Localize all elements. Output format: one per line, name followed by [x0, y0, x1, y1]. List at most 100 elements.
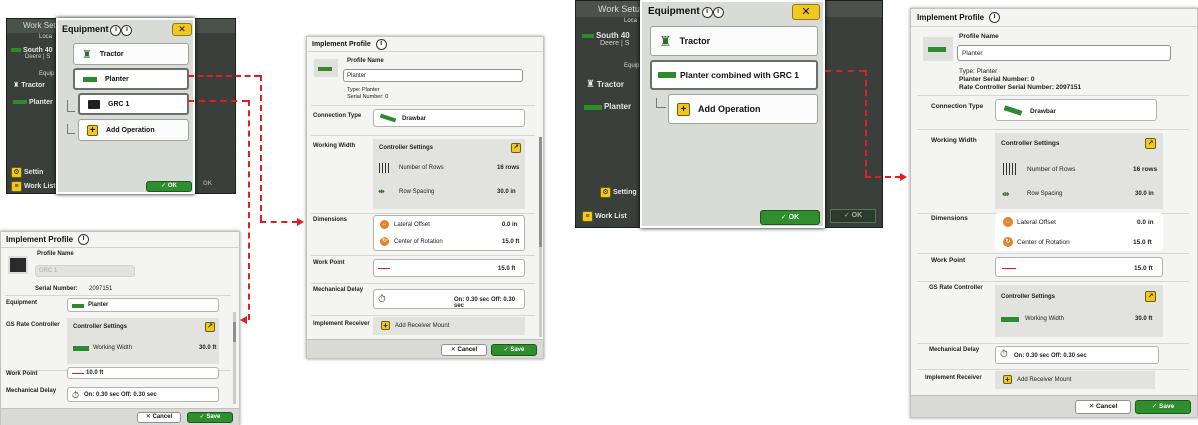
arrow-combined-line-1: [825, 70, 865, 72]
save-button[interactable]: ✓ Save: [1135, 400, 1191, 414]
cancel-button[interactable]: ✕ Cancel: [1075, 400, 1131, 414]
mech-delay-field[interactable]: ⏱ On: 0.30 sec Off: 0.30 sec: [67, 387, 219, 402]
field-label: South 40: [22, 47, 53, 54]
tree-item-tractor[interactable]: ♜ Tractor: [73, 43, 189, 65]
settings-row[interactable]: ⚙ Settin: [11, 167, 43, 178]
planter-avatar-icon: [314, 59, 338, 77]
info-icon[interactable]: i: [110, 24, 122, 36]
save-button[interactable]: ✓ Save: [187, 412, 233, 423]
edit-icon[interactable]: ↗: [205, 322, 215, 332]
cancel-button[interactable]: ✕ Cancel: [441, 344, 487, 356]
planter-implement-profile: Implement Profile i Profile Name Planter…: [306, 36, 544, 359]
lateral-offset-icon: ↔: [380, 220, 389, 229]
rows-value: 16 rows: [497, 165, 520, 171]
mech-delay-field[interactable]: ⏱ On: 0.30 sec Off: 0.30 sec: [373, 289, 525, 309]
connection-type-selector[interactable]: Drawbar: [373, 109, 525, 127]
info-icon[interactable]: i: [989, 12, 1001, 23]
info-icon[interactable]: i: [375, 38, 387, 50]
field-row[interactable]: South 40 Deere | S: [11, 47, 53, 60]
work-point-label: Work Point: [313, 260, 345, 266]
divider: [917, 343, 1189, 344]
tractor-row[interactable]: ♜ Tractor: [586, 79, 624, 90]
panel-header: Implement Profile i: [307, 37, 543, 52]
arrow-planter-line-3: [260, 221, 298, 223]
tree-item-tractor[interactable]: ♜ Tractor: [650, 26, 818, 56]
close-button[interactable]: ✕: [792, 4, 820, 20]
edit-icon[interactable]: ↗: [1145, 291, 1156, 302]
mech-delay-field[interactable]: ⏱ On: 0.30 sec Off: 0.30 sec: [995, 346, 1159, 364]
divider: [5, 295, 231, 296]
equipment-selector[interactable]: Planter: [67, 298, 219, 312]
work-point-field[interactable]: 10.0 ft: [67, 367, 219, 379]
row-spacing-value: 30.0 in: [1135, 191, 1154, 197]
planter-icon: [13, 100, 27, 105]
arrow-grc-line-1: [188, 100, 248, 102]
profile-name-input[interactable]: Planter: [343, 69, 523, 82]
add-receiver-button[interactable]: + Add Receiver Mount: [995, 371, 1155, 389]
connection-type-value: Drawbar: [402, 116, 427, 122]
connection-type-selector[interactable]: Drawbar: [995, 99, 1157, 121]
serial-value: 2097151: [89, 286, 113, 292]
tractor-icon: ♜: [13, 82, 20, 89]
mech-delay-label: Mechanical Delay: [6, 388, 57, 394]
scrollbar-thumb[interactable]: [539, 137, 542, 247]
center-rotation-value: 15.0 ft: [1133, 239, 1152, 246]
scrollbar-thumb[interactable]: [233, 322, 236, 342]
tree-item-label: Planter combined with GRC 1: [680, 70, 800, 80]
work-list-row[interactable]: ≡ Work List: [11, 181, 56, 192]
scrollbar[interactable]: [233, 312, 236, 404]
center-rotation-label: Center of Rotation: [394, 239, 443, 245]
center-rotation-icon: ↻: [380, 237, 389, 246]
planter-row[interactable]: Planter: [13, 99, 53, 106]
tractor-row[interactable]: ♜ Tractor: [13, 81, 45, 89]
info-icon[interactable]: i: [78, 234, 90, 245]
settings-row[interactable]: ⚙ Setting: [600, 187, 637, 198]
connection-type-label: Connection Type: [313, 113, 362, 119]
info-icon-2[interactable]: i: [712, 6, 724, 18]
info-icon-2[interactable]: i: [121, 24, 133, 36]
cancel-button[interactable]: ✕ Cancel: [137, 412, 181, 423]
mech-delay-label: Mechanical Delay: [313, 287, 364, 293]
dimensions-box[interactable]: ↔ Lateral Offset 0.0 in ↻ Center of Rota…: [995, 213, 1163, 251]
tractor-icon: ♜: [586, 79, 595, 90]
tree-item-grc[interactable]: GRC 1: [78, 93, 189, 115]
section-equipment: Equip: [39, 71, 55, 77]
info-icon[interactable]: i: [701, 6, 713, 18]
field-row[interactable]: South 40 Deere | S: [582, 31, 630, 47]
profile-name-input[interactable]: GRC 1: [35, 265, 135, 277]
timer-icon: ⏱: [378, 294, 386, 305]
ok-button[interactable]: ✓ OK: [760, 210, 820, 225]
work-list-icon: ≡: [11, 181, 22, 192]
close-button[interactable]: ✕: [172, 23, 192, 36]
ok-button[interactable]: ✓ OK: [146, 181, 192, 192]
work-point-field[interactable]: 15.0 ft: [995, 257, 1163, 277]
divider: [917, 369, 1189, 370]
row-spacing-label: Row Spacing: [399, 189, 435, 195]
add-operation-button[interactable]: + Add Operation: [668, 94, 818, 124]
work-point-field[interactable]: 15.0 ft: [373, 259, 525, 277]
save-button[interactable]: ✓ Save: [491, 344, 537, 356]
rows-label: Number of Rows: [1027, 166, 1076, 173]
profile-name-input[interactable]: Planter: [957, 45, 1171, 61]
working-width-label: Working Width: [93, 345, 132, 351]
panel-title: Implement Profile: [917, 13, 985, 22]
profile-name-label: Profile Name: [959, 33, 999, 40]
work-point-label: Work Point: [931, 257, 966, 264]
tree-item-planter-combined[interactable]: Planter combined with GRC 1: [650, 60, 818, 90]
edit-icon[interactable]: ↗: [1145, 138, 1156, 149]
plus-icon: +: [381, 321, 390, 330]
work-list-row[interactable]: ≡ Work List: [582, 211, 627, 222]
scrollbar[interactable]: [539, 137, 542, 337]
working-width-value: 30.0 ft: [1135, 316, 1153, 322]
grc-icon: [8, 256, 28, 274]
tree-item-planter[interactable]: Planter: [73, 68, 189, 90]
divider: [311, 105, 535, 106]
add-receiver-button[interactable]: + Add Receiver Mount: [373, 317, 525, 335]
planter-row[interactable]: Planter: [584, 102, 631, 111]
dimensions-box[interactable]: ↔ Lateral Offset 0.0 in ↻ Center of Rota…: [373, 215, 525, 251]
add-operation-button[interactable]: + Add Operation: [78, 119, 189, 141]
section-equipment: Equip: [624, 63, 640, 69]
edit-icon[interactable]: ↗: [511, 143, 521, 153]
type-line: Type: Planter: [959, 68, 998, 75]
center-rotation-icon: ↻: [1003, 237, 1013, 247]
